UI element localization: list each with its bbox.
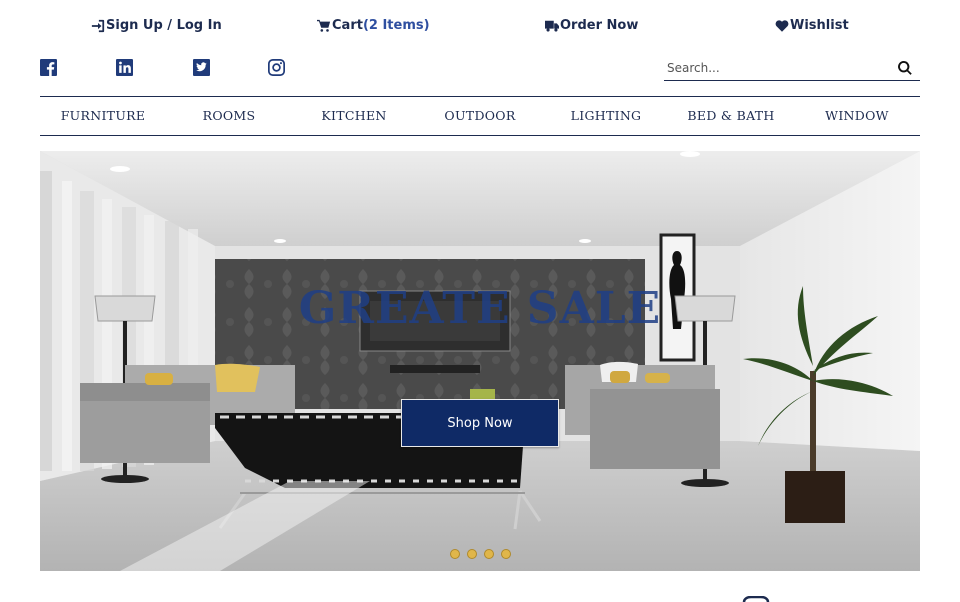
signup-login-link[interactable]: Sign Up / Log In	[91, 18, 222, 33]
sign-in-icon	[91, 19, 105, 33]
wishlist-link[interactable]: Wishlist	[775, 18, 849, 33]
facebook-icon[interactable]	[40, 59, 58, 77]
main-nav: FURNITURE ROOMS KITCHEN OUTDOOR LIGHTING…	[40, 96, 920, 136]
hero-room-image	[40, 151, 920, 571]
wishlist-label: Wishlist	[790, 18, 849, 33]
nav-item-window[interactable]: WINDOW	[794, 97, 920, 135]
hero-banner: GREATE SALE Shop Now	[40, 151, 920, 571]
search-icon[interactable]	[898, 60, 913, 75]
nav-item-bed-bath[interactable]: BED & BATH	[668, 97, 794, 135]
nav-item-kitchen[interactable]: KITCHEN	[291, 97, 417, 135]
truck-icon	[545, 19, 559, 33]
shop-now-button[interactable]: Shop Now	[401, 399, 559, 447]
nav-item-lighting[interactable]: LIGHTING	[543, 97, 669, 135]
cart-icon	[317, 19, 331, 33]
carousel-dots	[40, 549, 920, 559]
nav-item-furniture[interactable]: FURNITURE	[40, 97, 166, 135]
cart-count: (2 Items)	[362, 18, 430, 33]
order-now-label: Order Now	[560, 18, 639, 33]
search-bar	[664, 56, 920, 81]
partial-section-icon	[742, 596, 770, 602]
signup-login-label: Sign Up / Log In	[106, 18, 222, 33]
cart-label: Cart	[332, 18, 363, 33]
nav-item-outdoor[interactable]: OUTDOOR	[417, 97, 543, 135]
carousel-dot-1[interactable]	[449, 549, 460, 559]
hero-title: GREATE SALE	[298, 283, 662, 334]
carousel-dot-2[interactable]	[466, 549, 477, 559]
order-now-link[interactable]: Order Now	[545, 18, 638, 33]
nav-item-rooms[interactable]: ROOMS	[166, 97, 292, 135]
carousel-dot-4[interactable]	[500, 549, 511, 559]
cart-link[interactable]: Cart (2 Items)	[317, 18, 430, 33]
twitter-icon[interactable]	[193, 59, 211, 77]
top-bar: Sign Up / Log In Cart (2 Items) Order No…	[0, 0, 960, 52]
carousel-dot-3[interactable]	[483, 549, 494, 559]
heart-icon	[775, 19, 789, 33]
instagram-icon[interactable]	[268, 59, 286, 77]
search-input[interactable]	[667, 58, 887, 78]
linkedin-icon[interactable]	[116, 59, 134, 77]
